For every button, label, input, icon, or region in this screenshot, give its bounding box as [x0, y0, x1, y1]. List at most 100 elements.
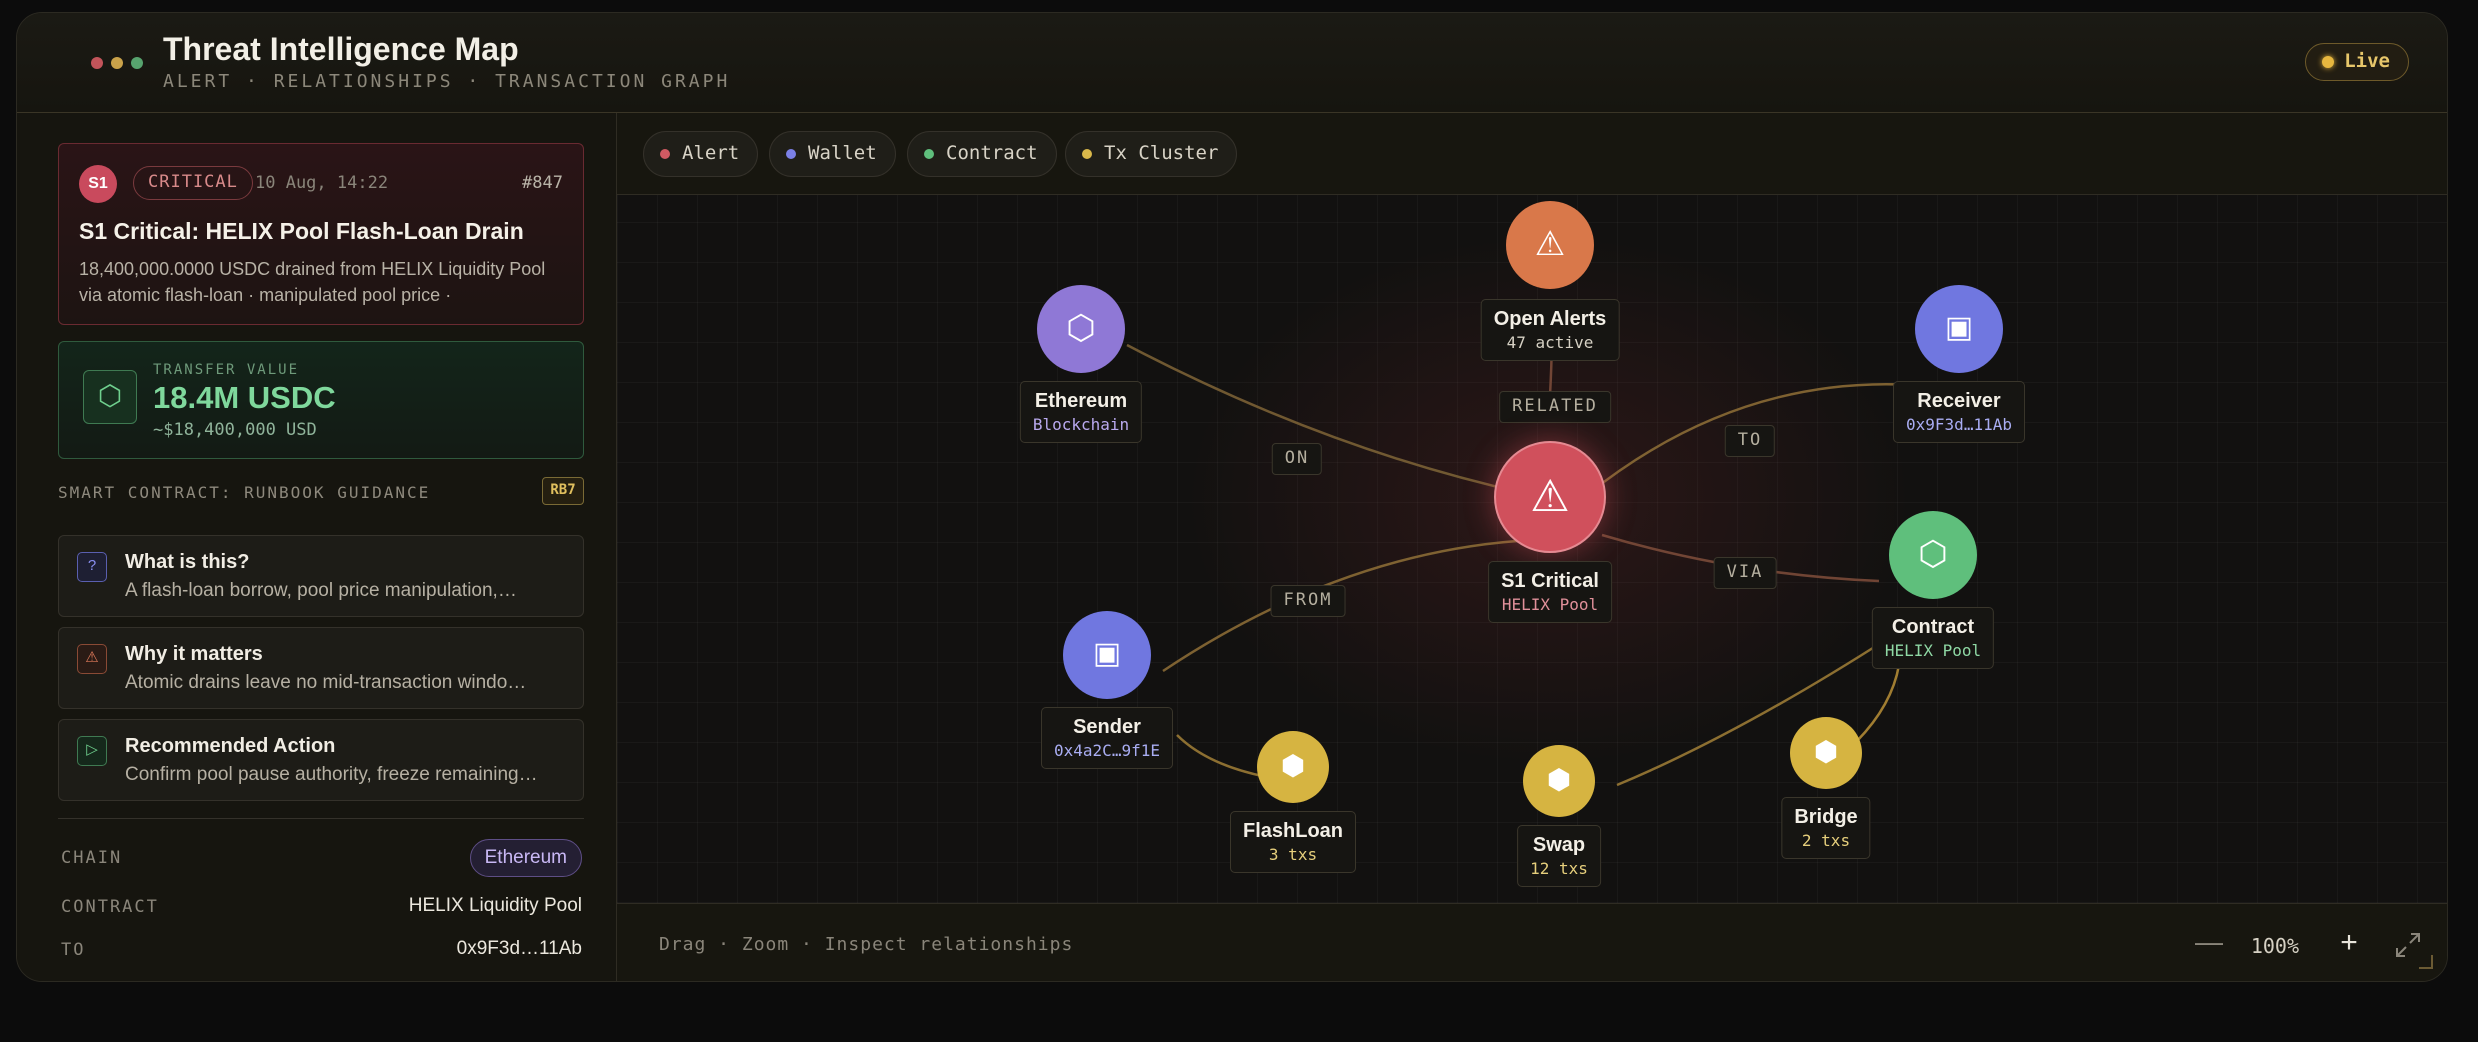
severity-level-pill: CRITICAL — [133, 166, 253, 200]
node-name: Contract — [1891, 616, 1975, 638]
graph-canvas[interactable]: ON RELATED TO VIA FROM ⚠ Open Alerts 47 … — [617, 195, 2447, 903]
transfer-value-usd: ~$18,400,000 USD — [153, 420, 317, 440]
graph-footer: Drag · Zoom · Inspect relationships — 10… — [617, 903, 2447, 981]
alert-description: 18,400,000.0000 USDC drained from HELIX … — [79, 259, 546, 305]
edge-label-from: FROM — [1270, 585, 1346, 617]
alert-detail-panel: S1 CRITICAL 10 Aug, 14:22 #847 S1 Critic… — [17, 113, 617, 981]
node-name: Ethereum — [1034, 390, 1128, 412]
node-name: Receiver — [1917, 390, 2001, 412]
node-label: Bridge 2 txs — [1781, 797, 1871, 859]
warning-icon: ⚠ — [1494, 441, 1606, 553]
node-label: FlashLoan 3 txs — [1229, 811, 1357, 873]
play-icon: ▷ — [77, 736, 107, 766]
alert-timestamp: 10 Aug, 14:22 — [255, 173, 389, 193]
legend-bar: Alert Wallet Contract Tx Cluster — [617, 113, 2447, 195]
to-label: TO — [61, 940, 86, 960]
hexagon-icon: ⬡ — [1037, 285, 1125, 373]
window-close-dot[interactable] — [91, 57, 103, 69]
edge-on — [1126, 343, 1548, 500]
header: Threat Intelligence Map ALERT · RELATION… — [17, 13, 2447, 113]
page-title: Threat Intelligence Map — [163, 31, 519, 67]
window-maximize-dot[interactable] — [131, 57, 143, 69]
cube-icon: ⬢ — [1790, 717, 1862, 789]
wallet-icon: ▣ — [1063, 611, 1151, 699]
edge-bridge — [1856, 664, 1901, 742]
live-label: Live — [2344, 50, 2390, 72]
wallet-dot-icon — [786, 149, 796, 159]
severity-badge: S1 — [79, 165, 117, 203]
node-label: Sender 0x4a2C…9f1E — [1041, 707, 1173, 769]
runbook-item-title: Recommended Action — [125, 735, 336, 757]
legend-chip-contract[interactable]: Contract — [907, 131, 1057, 177]
divider — [58, 818, 584, 819]
edge-label-related: RELATED — [1499, 391, 1611, 423]
legend-chip-tx-cluster[interactable]: Tx Cluster — [1065, 131, 1238, 177]
graph-hint: Drag · Zoom · Inspect relationships — [659, 934, 1074, 955]
node-sub: 12 txs — [1530, 859, 1588, 878]
runbook-heading: SMART CONTRACT: RUNBOOK GUIDANCE — [58, 483, 431, 502]
legend-label: Wallet — [808, 142, 877, 164]
corner-bracket-icon — [2419, 955, 2433, 969]
runbook-item-text: Atomic drains leave no mid-transaction w… — [125, 672, 527, 693]
alert-card[interactable]: S1 CRITICAL 10 Aug, 14:22 #847 S1 Critic… — [58, 143, 584, 325]
graph-area: Alert Wallet Contract Tx Cluster ON RELA… — [617, 113, 2447, 981]
transfer-value-label: TRANSFER VALUE — [153, 362, 300, 378]
node-label: Ethereum Blockchain — [1019, 381, 1143, 443]
alert-title: S1 Critical: HELIX Pool Flash-Loan Drain — [79, 218, 524, 244]
edge-flashloan — [1176, 734, 1268, 779]
hexagon-icon: ⬡ — [1889, 511, 1977, 599]
warning-icon: ⚠ — [1506, 201, 1594, 289]
node-sub: HELIX Pool — [1501, 595, 1599, 614]
node-sub: HELIX Pool — [1884, 641, 1982, 660]
node-name: Bridge — [1794, 806, 1858, 828]
runbook-item-what[interactable]: ? What is this? A flash-loan borrow, poo… — [58, 535, 584, 617]
node-sub: 0x9F3d…11Ab — [1906, 415, 2012, 434]
node-sub: 3 txs — [1268, 845, 1318, 864]
node-label: S1 Critical HELIX Pool — [1488, 561, 1612, 623]
node-name: Open Alerts — [1493, 308, 1607, 330]
node-name: FlashLoan — [1242, 820, 1344, 842]
question-icon: ? — [77, 552, 107, 582]
live-dot-icon — [2322, 56, 2335, 68]
node-label: Receiver 0x9F3d…11Ab — [1893, 381, 2025, 443]
node-label: Swap 12 txs — [1517, 825, 1601, 887]
app-window: Threat Intelligence Map ALERT · RELATION… — [16, 12, 2448, 982]
alert-id: #847 — [522, 173, 563, 193]
legend-chip-alert[interactable]: Alert — [643, 131, 759, 177]
to-value: 0x9F3d…11Ab — [456, 938, 582, 959]
contract-label: CONTRACT — [61, 897, 159, 917]
edge-label-on: ON — [1271, 443, 1323, 475]
edge-label-via: VIA — [1713, 557, 1777, 589]
legend-chip-wallet[interactable]: Wallet — [769, 131, 896, 177]
transfer-value-card: ⬡ TRANSFER VALUE 18.4M USDC ~$18,400,000… — [58, 341, 584, 459]
node-sub: Blockchain — [1032, 415, 1130, 434]
chain-label: CHAIN — [61, 848, 123, 868]
edge-label-to: TO — [1724, 425, 1776, 457]
hexagon-icon: ⬡ — [83, 370, 137, 424]
node-name: Sender — [1073, 716, 1141, 738]
runbook-item-title: What is this? — [125, 551, 250, 573]
legend-label: Contract — [946, 142, 1038, 164]
zoom-level: 100% — [2250, 934, 2299, 958]
chain-value-pill[interactable]: Ethereum — [469, 839, 582, 877]
live-status-badge[interactable]: Live — [2305, 43, 2409, 81]
node-sub: 47 active — [1506, 333, 1594, 352]
contract-value: HELIX Liquidity Pool — [408, 895, 582, 916]
window-minimize-dot[interactable] — [111, 57, 123, 69]
cube-icon: ⬢ — [1257, 731, 1329, 803]
node-name: Swap — [1532, 834, 1586, 856]
legend-label: Tx Cluster — [1104, 142, 1219, 164]
zoom-out-button[interactable]: — — [2191, 926, 2227, 962]
node-sub: 0x4a2C…9f1E — [1054, 741, 1160, 760]
zoom-in-button[interactable]: + — [2331, 926, 2367, 962]
node-label: Open Alerts 47 active — [1480, 299, 1620, 361]
runbook-item-action[interactable]: ▷ Recommended Action Confirm pool pause … — [58, 719, 584, 801]
runbook-item-title: Why it matters — [125, 643, 263, 665]
runbook-badge: RB7 — [542, 477, 584, 505]
tx-cluster-dot-icon — [1082, 149, 1092, 159]
runbook-item-why[interactable]: ⚠ Why it matters Atomic drains leave no … — [58, 627, 584, 709]
runbook-item-text: Confirm pool pause authority, freeze rem… — [125, 764, 538, 785]
alert-dot-icon — [660, 149, 670, 159]
runbook-item-text: A flash-loan borrow, pool price manipula… — [125, 580, 517, 601]
wallet-icon: ▣ — [1915, 285, 2003, 373]
